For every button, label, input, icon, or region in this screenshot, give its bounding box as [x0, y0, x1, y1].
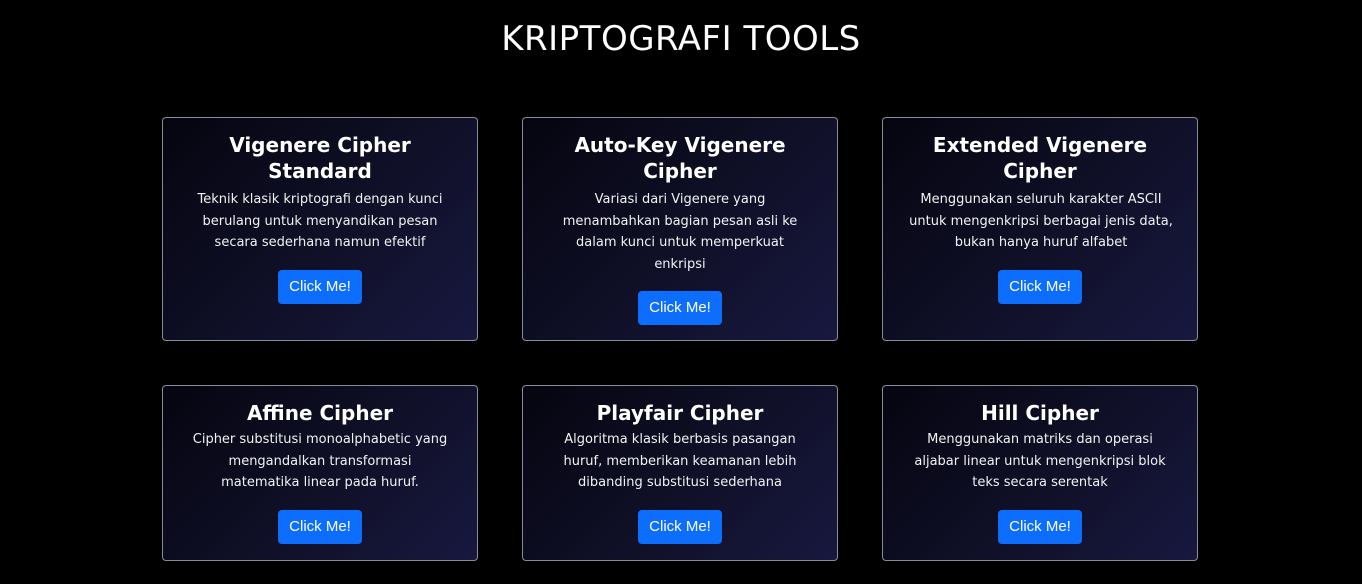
affine-button[interactable]: Click Me!	[278, 509, 362, 544]
extended-vigenere-button[interactable]: Click Me!	[998, 269, 1082, 304]
card-title: Playfair Cipher	[596, 401, 764, 425]
card-title: Extended Vigenere Cipher	[932, 133, 1148, 183]
card-title: Auto-Key Vigenere Cipher	[574, 133, 786, 183]
card-description: Menggunakan matriks dan operasi aljabar …	[914, 432, 1166, 490]
vigenere-standard-button[interactable]: Click Me!	[278, 269, 362, 304]
card-playfair: Playfair Cipher Algoritma klasik berbasi…	[522, 385, 838, 561]
playfair-button[interactable]: Click Me!	[638, 509, 722, 544]
card-description: Algoritma klasik berbasis pasangan huruf…	[563, 432, 797, 490]
card-hill: Hill Cipher Menggunakan matriks dan oper…	[882, 385, 1198, 561]
card-vigenere-standard: Vigenere Cipher Standard Teknik klasik k…	[162, 117, 478, 341]
card-description: Teknik klasik kriptografi dengan kunci b…	[197, 192, 443, 250]
card-description: Variasi dari Vigenere yang menambahkan b…	[562, 192, 798, 272]
page-title: KRIPTOGRAFI TOOLS	[501, 19, 861, 59]
card-affine: Affine Cipher Cipher substitusi monoalph…	[162, 385, 478, 561]
card-extended-vigenere: Extended Vigenere Cipher Menggunakan sel…	[882, 117, 1198, 341]
card-autokey-vigenere: Auto-Key Vigenere Cipher Variasi dari Vi…	[522, 117, 838, 341]
card-title: Hill Cipher	[981, 401, 1099, 425]
hill-button[interactable]: Click Me!	[998, 509, 1082, 544]
card-title: Vigenere Cipher Standard	[229, 133, 411, 183]
card-description: Menggunakan seluruh karakter ASCII untuk…	[909, 192, 1173, 250]
card-title: Affine Cipher	[246, 401, 394, 425]
autokey-vigenere-button[interactable]: Click Me!	[638, 291, 722, 325]
card-description: Cipher substitusi monoalphabetic yang me…	[192, 432, 448, 490]
